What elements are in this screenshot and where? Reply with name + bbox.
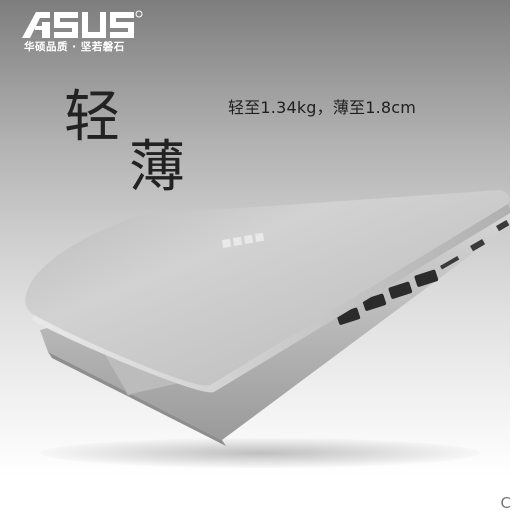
corner-mark: C — [500, 494, 511, 512]
right-margin-strip — [510, 0, 519, 518]
product-banner: 华硕品质 · 坚若磐石 轻 薄 轻至1.34kg，薄至1.8cm C — [0, 0, 519, 518]
laptop-image — [25, 190, 515, 446]
